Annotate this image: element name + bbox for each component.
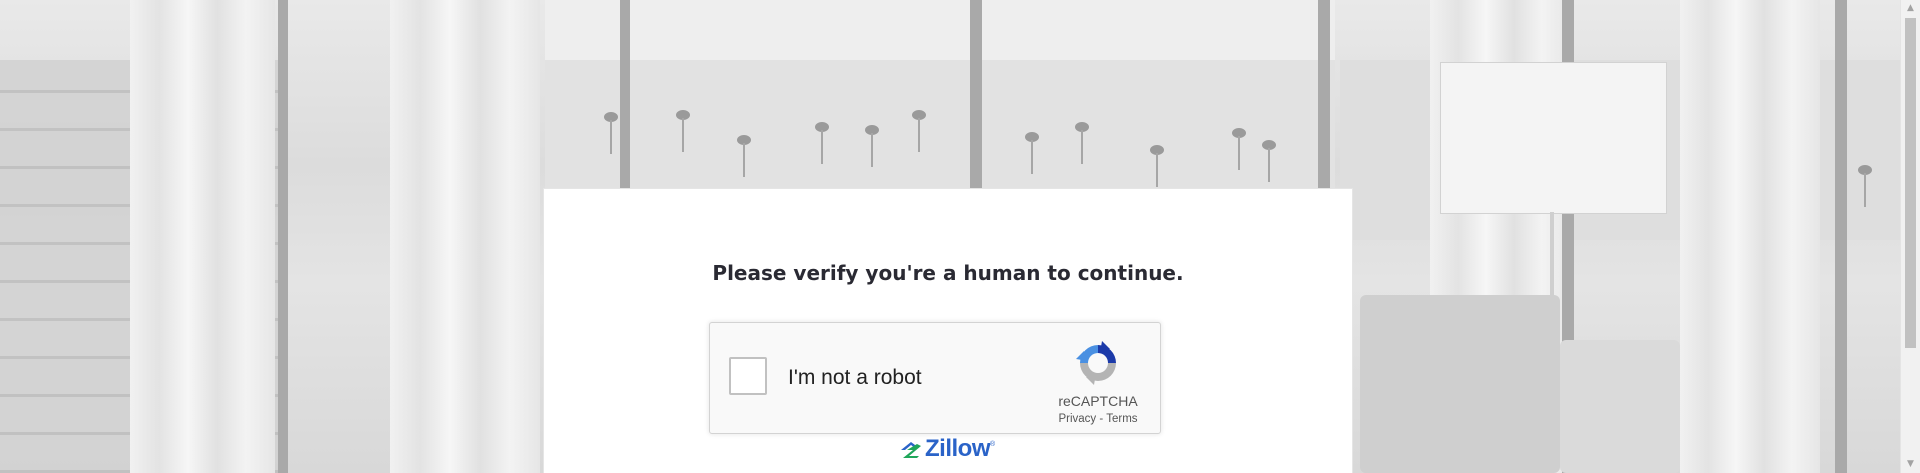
- recaptcha-links: Privacy - Terms: [1028, 413, 1168, 425]
- background-palm: [1075, 122, 1089, 164]
- background-palm: [815, 122, 829, 164]
- page-scrollbar[interactable]: ▲ ▼: [1900, 0, 1920, 473]
- background-window-frame: [970, 0, 982, 190]
- background-palm: [1150, 145, 1164, 187]
- background-palm: [1232, 128, 1246, 170]
- verification-card: Please verify you're a human to continue…: [543, 188, 1353, 473]
- background-palm: [1262, 140, 1276, 182]
- recaptcha-widget: I'm not a robot reCAPTCHA Privacy - Term…: [709, 322, 1161, 434]
- recaptcha-brand-label: reCAPTCHA: [1058, 393, 1138, 409]
- background-palm: [865, 125, 879, 167]
- background-palm: [676, 110, 690, 152]
- background-window-frame: [620, 0, 630, 190]
- background-window-frame: [278, 0, 288, 473]
- background-lamp: [1440, 62, 1667, 214]
- terms-link[interactable]: Terms: [1106, 413, 1137, 425]
- background-palm: [604, 112, 618, 154]
- background-sofa: [1560, 340, 1680, 473]
- zillow-logo: Zillow ®: [899, 435, 995, 463]
- background-sofa: [1360, 295, 1560, 473]
- background-palm: [912, 110, 926, 152]
- background-palm: [1858, 165, 1872, 207]
- privacy-link[interactable]: Privacy: [1058, 413, 1096, 425]
- scroll-down-icon[interactable]: ▼: [1901, 456, 1920, 473]
- zillow-trademark: ®: [990, 441, 996, 448]
- background-curtain: [1680, 0, 1820, 473]
- background-palm: [1025, 132, 1039, 174]
- zillow-house-icon: [901, 442, 921, 458]
- background-window-frame: [1318, 0, 1330, 190]
- recaptcha-logo-icon: [1076, 341, 1116, 385]
- background-curtain: [390, 0, 540, 473]
- scrollbar-thumb[interactable]: [1905, 18, 1916, 348]
- background-sky: [545, 0, 1335, 60]
- background-curtain: [130, 0, 275, 473]
- page-viewport: ▲ ▼ Please verify you're a human to cont…: [0, 0, 1920, 473]
- zillow-logo-text: Zillow: [925, 435, 991, 462]
- background-palm: [737, 135, 751, 177]
- background-window-frame: [1835, 0, 1847, 473]
- recaptcha-checkbox-label[interactable]: I'm not a robot: [788, 366, 922, 390]
- scroll-up-icon[interactable]: ▲: [1901, 0, 1920, 17]
- page-title: Please verify you're a human to continue…: [712, 261, 1184, 285]
- link-separator: -: [1099, 413, 1104, 425]
- background-harbor: [545, 60, 1335, 200]
- recaptcha-checkbox[interactable]: [729, 357, 767, 395]
